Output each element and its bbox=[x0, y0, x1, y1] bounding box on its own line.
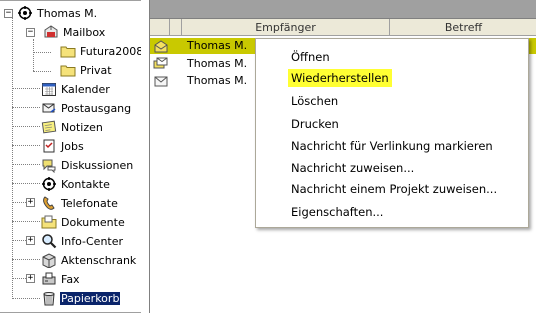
menu-item-nachricht-zuweisen[interactable]: Nachricht zuweisen... bbox=[288, 159, 417, 177]
column-header-icon[interactable] bbox=[150, 19, 170, 36]
fax-icon bbox=[41, 271, 57, 287]
tree-item-label: Dokumente bbox=[61, 215, 125, 229]
tree-item-info-center[interactable]: Info-Center bbox=[41, 232, 124, 250]
outbox-icon bbox=[41, 100, 57, 116]
menu-item-projekt-zuweisen[interactable]: Nachricht einem Projekt zuweisen... bbox=[288, 180, 500, 198]
row-sender: Thomas M. bbox=[187, 57, 248, 70]
row-sender: Thomas M. bbox=[187, 74, 248, 87]
tree-item-jobs[interactable]: Jobs bbox=[41, 137, 85, 155]
calendar-icon bbox=[41, 81, 57, 97]
column-header-flag[interactable] bbox=[170, 19, 182, 36]
tree-item-label: Papierkorb bbox=[60, 291, 121, 305]
tree-guide-line bbox=[33, 71, 51, 72]
tree-guide-line bbox=[12, 183, 40, 184]
column-header-betreff[interactable]: Betreff bbox=[390, 19, 536, 36]
menu-item-eigenschaften[interactable]: Eigenschaften... bbox=[288, 203, 386, 221]
tree-guide-line bbox=[12, 298, 40, 299]
tree-item-mailbox[interactable]: Mailbox bbox=[43, 23, 106, 41]
tree-item-label: Postausgang bbox=[61, 101, 132, 115]
tree-root-label: Thomas M. bbox=[37, 6, 98, 20]
tree-item-futura2008[interactable]: Futura2008 bbox=[60, 42, 144, 60]
tree-item-label: Notizen bbox=[61, 120, 103, 134]
jobs-icon bbox=[41, 138, 57, 154]
tree-expander[interactable]: + bbox=[26, 236, 35, 245]
tree-item-aktenschrank[interactable]: Aktenschrank bbox=[41, 251, 137, 269]
tree-guide-line bbox=[12, 107, 40, 108]
user-settings-icon bbox=[17, 5, 33, 21]
menu-item-drucken[interactable]: Drucken bbox=[288, 115, 342, 133]
tree-item-postausgang[interactable]: Postausgang bbox=[41, 99, 132, 117]
tree-expander[interactable]: − bbox=[4, 9, 13, 18]
envelope-icon bbox=[153, 73, 169, 89]
phone-icon bbox=[41, 195, 57, 211]
tree-item-diskussionen[interactable]: Diskussionen bbox=[41, 156, 134, 174]
folder-icon bbox=[60, 62, 76, 78]
tree-guide-line bbox=[12, 202, 26, 203]
context-menu: Öffnen Wiederherstellen Löschen Drucken … bbox=[255, 38, 529, 228]
file-cabinet-icon bbox=[41, 252, 57, 268]
tree-guide-line bbox=[12, 164, 40, 165]
discussions-icon bbox=[41, 157, 57, 173]
folder-icon bbox=[60, 43, 76, 59]
tree-item-label: Fax bbox=[61, 272, 80, 286]
tree-item-label: Diskussionen bbox=[61, 158, 134, 172]
menu-item-verlinkung-markieren[interactable]: Nachricht für Verlinkung markieren bbox=[288, 137, 496, 155]
row-sender: Thomas M. bbox=[187, 39, 248, 52]
tree-item-label: Info-Center bbox=[61, 234, 124, 248]
tree-guide-line bbox=[12, 145, 40, 146]
tree-item-fax[interactable]: Fax bbox=[41, 270, 81, 288]
tree-item-privat[interactable]: Privat bbox=[60, 61, 113, 79]
tree-expander[interactable]: + bbox=[26, 198, 35, 207]
tree-guide-line bbox=[12, 221, 40, 222]
column-header-empfaenger[interactable]: Empfänger bbox=[182, 19, 390, 36]
tree-guide-line bbox=[33, 39, 34, 71]
tree-expander[interactable]: − bbox=[26, 28, 35, 37]
notes-icon bbox=[41, 119, 57, 135]
magnifier-icon bbox=[41, 233, 57, 249]
tree-item-label: Jobs bbox=[61, 139, 84, 153]
mail-open-icon bbox=[153, 38, 169, 54]
tree-item-kontakte[interactable]: Kontakte bbox=[41, 175, 111, 193]
tree-guide-line bbox=[12, 15, 13, 299]
tree-item-kalender[interactable]: Kalender bbox=[41, 80, 111, 98]
menu-item-loeschen[interactable]: Löschen bbox=[288, 92, 341, 110]
tree-item-label: Futura2008 bbox=[80, 44, 144, 58]
mailbox-icon bbox=[43, 24, 59, 40]
list-toolbar-area bbox=[150, 0, 536, 19]
tree-guide-line bbox=[12, 88, 40, 89]
documents-icon bbox=[41, 214, 57, 230]
tree-guide-line bbox=[12, 126, 40, 127]
contacts-icon bbox=[41, 176, 57, 192]
menu-item-wiederherstellen[interactable]: Wiederherstellen bbox=[288, 69, 392, 87]
tree-item-label: Privat bbox=[80, 63, 112, 77]
tree-root-thomas[interactable]: Thomas M. bbox=[17, 4, 98, 22]
trash-icon bbox=[41, 290, 57, 306]
tree-item-papierkorb[interactable]: Papierkorb bbox=[41, 289, 121, 307]
tree-item-label: Mailbox bbox=[63, 25, 106, 39]
tree-guide-line bbox=[33, 52, 51, 53]
tree-guide-line bbox=[12, 259, 40, 260]
tree-item-label: Aktenschrank bbox=[61, 253, 137, 267]
tree-item-dokumente[interactable]: Dokumente bbox=[41, 213, 126, 231]
tree-item-notizen[interactable]: Notizen bbox=[41, 118, 104, 136]
pane-splitter[interactable] bbox=[141, 0, 149, 313]
menu-item-oeffnen[interactable]: Öffnen bbox=[288, 48, 333, 66]
tree-guide-line bbox=[12, 240, 26, 241]
tree-guide-line bbox=[12, 278, 26, 279]
tree-item-telefonate[interactable]: Telefonate bbox=[41, 194, 119, 212]
tree-item-label: Kontakte bbox=[61, 177, 110, 191]
tree-expander[interactable]: + bbox=[26, 274, 35, 283]
tree-item-label: Telefonate bbox=[61, 196, 118, 210]
tree-item-label: Kalender bbox=[61, 82, 110, 96]
mail-stack-icon bbox=[153, 56, 169, 72]
folder-tree: − Thomas M. − Mailbox Futura2008 Privat … bbox=[0, 0, 144, 313]
